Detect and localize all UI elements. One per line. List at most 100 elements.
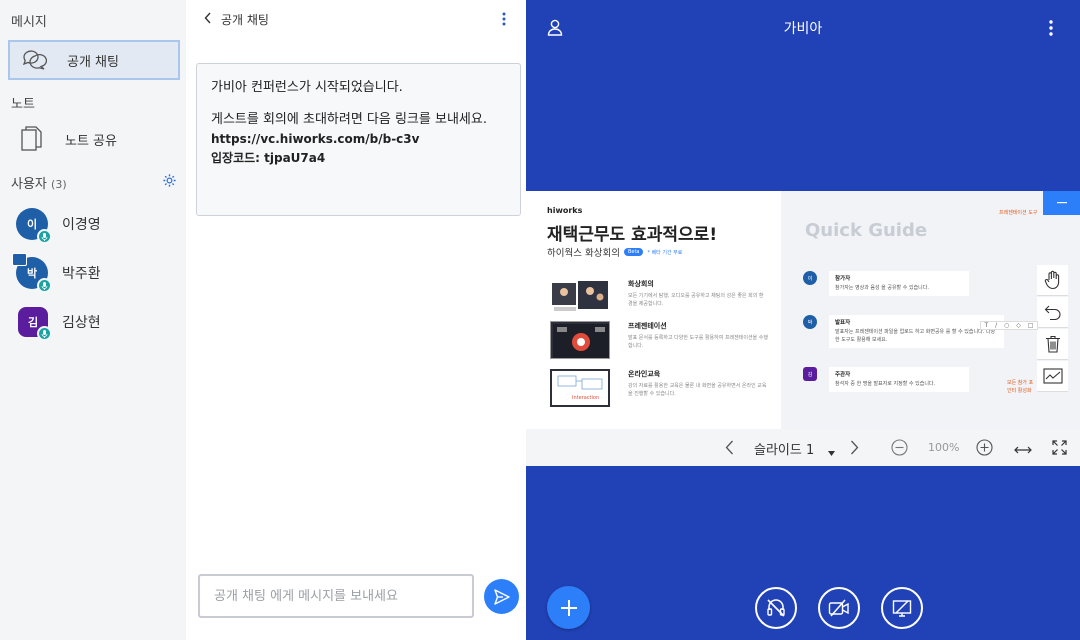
user-name: 이경영 <box>62 217 101 233</box>
fullscreen-icon[interactable] <box>1052 440 1067 459</box>
presenter-tool-note: 프레젠테이션 도구 <box>999 210 1038 216</box>
screen-share-off-icon <box>892 600 912 617</box>
guide-desc: 발표자는 프레젠테이션 파일을 업로드 하고 화면공유 를 할 수 있습니다. … <box>835 328 996 343</box>
feature-thumbnail: Interaction <box>550 369 610 407</box>
add-button[interactable] <box>547 586 590 629</box>
delete-button[interactable] <box>1037 329 1068 360</box>
more-vertical-icon[interactable] <box>502 12 506 29</box>
slide-subtitle-row: 하이웍스 화상회의 Beta * 베타 기간 무료 <box>547 245 682 259</box>
send-button[interactable] <box>484 579 519 614</box>
trash-icon <box>1045 335 1060 353</box>
feature-title: 프레젠테이션 <box>628 322 667 330</box>
caret-down-icon[interactable] <box>828 442 835 461</box>
headset-off-icon <box>767 599 785 617</box>
video-off-button[interactable] <box>818 587 860 629</box>
meeting-title: 가비아 <box>783 21 823 37</box>
feature-desc: 강의 자료를 활용한 교육은 물론 내 화면을 공유하면서 온라인 교육을 진행… <box>628 383 767 397</box>
microphone-icon <box>37 326 52 341</box>
avatar-initial: 박 <box>26 267 38 280</box>
more-vertical-icon[interactable] <box>1049 20 1053 40</box>
zoom-level: 100% <box>928 441 960 454</box>
users-title: 사용자 <box>11 177 47 192</box>
guide-title: 주관자 <box>835 372 851 378</box>
chevron-left-icon[interactable] <box>725 440 734 459</box>
feature-thumbnail <box>550 321 610 359</box>
gear-icon[interactable] <box>162 173 177 192</box>
drawing-tools-strip[interactable]: T / ○ ◇ □ <box>980 321 1038 330</box>
slide-brand: hiworks <box>547 206 583 215</box>
feature-item: 화상회의 모든 기기에서 탐행, 오디오를 공유하고 채팅의 성은 좋은 회의 … <box>550 279 768 317</box>
sidebar-item-label: 공개 채팅 <box>67 54 119 70</box>
send-icon <box>493 588 510 605</box>
chat-bubbles-icon <box>19 45 49 75</box>
feature-desc: 발표 문서를 등록하고 다양한 도구를 활용하여 프레젠테이션을 수행합니다. <box>628 335 768 349</box>
sidebar-item-public-chat[interactable]: 공개 채팅 <box>8 40 180 80</box>
feature-thumbnail <box>550 279 610 317</box>
users-count: (3) <box>51 178 67 191</box>
guide-desc: 참석자 중 한 명을 발표자로 지정할 수 있습니다. <box>835 380 936 387</box>
undo-button[interactable] <box>1037 297 1068 328</box>
invite-link[interactable]: https://vc.hiworks.com/b/b-c3v <box>211 130 506 149</box>
documents-icon <box>17 124 47 154</box>
messages-section-title: 메시지 <box>11 15 47 30</box>
system-message: 가비아 컨퍼런스가 시작되었습니다. 게스트를 회의에 초대하려면 다음 링크를… <box>196 63 521 216</box>
user-item[interactable]: 이 이경영 <box>16 207 101 244</box>
slide-navigation-bar: 슬라이드 1 100% <box>526 429 1080 466</box>
mute-audio-button[interactable] <box>755 587 797 629</box>
message-line: 게스트를 회의에 초대하려면 다음 링크를 보내세요. <box>211 112 487 128</box>
chat-input[interactable] <box>198 574 474 618</box>
svg-text:Interaction: Interaction <box>572 395 599 401</box>
meeting-stage: 가비아 hiworks 재택근무도 효과적으로! 하이웍스 화상회의 Beta … <box>526 0 1080 640</box>
presentation-slide: hiworks 재택근무도 효과적으로! 하이웍스 화상회의 Beta * 베타… <box>526 191 1080 429</box>
user-item[interactable]: 박 박주환 <box>12 253 101 293</box>
chevron-left-icon[interactable] <box>204 12 212 27</box>
guide-row: 이 참가자 참가자는 영상과 음성 을 공유할 수 있습니다. <box>803 271 969 296</box>
guide-title: 발표자 <box>835 320 851 326</box>
pen-tool-icon[interactable]: / <box>995 322 997 329</box>
sidebar-item-note-share[interactable]: 노트 공유 <box>8 119 180 159</box>
user-item[interactable]: 김 김상현 <box>18 305 101 341</box>
guide-desc: 참가자는 영상과 음성 을 공유할 수 있습니다. <box>835 284 929 291</box>
fit-width-icon[interactable] <box>1014 441 1032 460</box>
feature-title: 온라인교육 <box>628 370 661 378</box>
hand-icon <box>1044 270 1059 290</box>
undo-icon <box>1044 305 1060 320</box>
chat-panel: 공개 채팅 가비아 컨퍼런스가 시작되었습니다. 게스트를 회의에 초대하려면 … <box>186 0 526 640</box>
circle-tool-icon[interactable]: ○ <box>1004 322 1009 329</box>
microphone-icon <box>37 278 52 293</box>
feature-text: 화상회의 모든 기기에서 탐행, 오디오를 공유하고 채팅의 성은 좋은 회의 … <box>628 279 768 317</box>
diamond-tool-icon[interactable]: ◇ <box>1016 322 1021 329</box>
slide-select-label[interactable]: 슬라이드 1 <box>754 439 814 458</box>
video-off-icon <box>828 599 849 617</box>
minus-icon <box>1056 202 1067 204</box>
feature-text: 프레젠테이션 발표 문서를 등록하고 다양한 도구를 활용하여 프레젠테이션을 … <box>628 321 768 359</box>
guide-title: 참가자 <box>835 276 851 282</box>
feature-text: 온라인교육 강의 자료를 활용한 교육은 물론 내 화면을 공유하면서 온라인 … <box>628 369 768 407</box>
collapse-toolbar-button[interactable] <box>1043 191 1080 215</box>
avatar: 박 <box>12 253 52 293</box>
avatar-initial: 이 <box>26 218 38 231</box>
zoom-in-icon[interactable] <box>976 439 993 460</box>
chevron-right-icon[interactable] <box>850 440 859 459</box>
sidebar: 메시지 공개 채팅 노트 노트 공유 사용자 (3) 이 이경영 박 박주환 김… <box>0 0 186 640</box>
feature-item: Interaction 온라인교육 강의 자료를 활용한 교육은 물론 내 화면… <box>550 369 768 407</box>
notes-section-title: 노트 <box>11 97 35 112</box>
guide-avatar: 이 <box>803 271 817 285</box>
rect-tool-icon[interactable]: □ <box>1028 322 1034 329</box>
screen-share-off-button[interactable] <box>881 587 923 629</box>
pointer-button[interactable] <box>1037 361 1068 392</box>
line-chart-icon <box>1042 368 1063 384</box>
guide-avatar: 박 <box>803 315 817 329</box>
slide-subtitle: 하이웍스 화상회의 <box>547 248 620 259</box>
guide-avatar: 김 <box>803 367 817 381</box>
users-section-title: 사용자 (3) <box>11 173 67 192</box>
feature-item: 프레젠테이션 발표 문서를 등록하고 다양한 도구를 활용하여 프레젠테이션을 … <box>550 321 768 359</box>
hand-tool-button[interactable] <box>1037 265 1068 296</box>
beta-badge: Beta <box>623 248 644 256</box>
avatar: 김 <box>18 307 52 341</box>
quick-guide-title: Quick Guide <box>805 220 928 241</box>
zoom-out-icon[interactable] <box>891 439 908 460</box>
slide-headline: 재택근무도 효과적으로! <box>547 225 718 245</box>
guide-row: 김 주관자 참석자 중 한 명을 발표자로 지정할 수 있습니다. <box>803 367 969 392</box>
text-tool-icon[interactable]: T <box>984 322 988 329</box>
